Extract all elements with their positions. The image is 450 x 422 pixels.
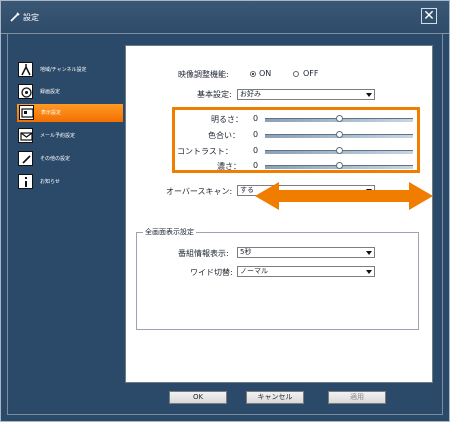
wrench-title-icon bbox=[10, 12, 20, 22]
video-adjust-label: 映像調整機能: bbox=[178, 70, 229, 79]
sidebar-item-label: 地域/チャンネル設定 bbox=[40, 67, 87, 73]
off-label: OFF bbox=[303, 69, 319, 78]
wide-switch-label: ワイド切替: bbox=[190, 268, 233, 277]
program-info-select[interactable]: 5秒 bbox=[237, 247, 375, 258]
sidebar-item-region-channel[interactable]: 地域/チャンネル設定 bbox=[18, 61, 122, 79]
on-radio[interactable] bbox=[250, 71, 256, 77]
sidebar-item-label: その他の設定 bbox=[40, 156, 71, 162]
chevron-down-icon bbox=[366, 251, 372, 255]
basic-setting-value: お好み bbox=[240, 90, 261, 98]
wide-switch-select[interactable]: ノーマル bbox=[237, 266, 375, 277]
brightness-value: 0 bbox=[253, 114, 259, 123]
off-radio[interactable] bbox=[293, 71, 299, 77]
double-arrow-annotation bbox=[255, 179, 433, 213]
saturation-slider-thumb[interactable] bbox=[335, 162, 343, 169]
saturation-label: 濃さ： bbox=[217, 162, 241, 171]
window-title: 設定 bbox=[23, 13, 39, 22]
brightness-label: 明るさ： bbox=[211, 115, 243, 124]
title-bar: 設定 ✕ bbox=[1, 1, 449, 34]
contrast-value: 0 bbox=[253, 146, 259, 155]
program-info-value: 5秒 bbox=[240, 248, 252, 256]
hue-slider-thumb[interactable] bbox=[335, 131, 343, 138]
apply-button[interactable]: 適用 bbox=[328, 391, 386, 404]
close-button[interactable]: ✕ bbox=[421, 8, 437, 24]
settings-window: 設定 ✕ 地域/チャンネル設定 録画設定 表示設定 メール予約設定 その他の設定 bbox=[0, 0, 450, 422]
antenna-icon bbox=[18, 62, 33, 77]
sidebar-item-other[interactable]: その他の設定 bbox=[18, 150, 122, 168]
contrast-slider-thumb[interactable] bbox=[335, 147, 343, 154]
hue-value: 0 bbox=[253, 130, 259, 139]
sidebar-item-label: メール予約設定 bbox=[40, 133, 76, 139]
program-info-label: 番組情報表示: bbox=[178, 249, 229, 258]
sidebar-item-mail[interactable]: メール予約設定 bbox=[18, 127, 122, 145]
info-icon bbox=[18, 174, 33, 189]
sidebar-item-label: お知らせ bbox=[40, 179, 60, 185]
overscan-value: する bbox=[240, 186, 254, 194]
sidebar-item-label: 録画設定 bbox=[40, 89, 61, 95]
cancel-button[interactable]: キャンセル bbox=[246, 391, 304, 404]
mail-icon bbox=[18, 128, 33, 143]
ok-button[interactable]: OK bbox=[169, 391, 227, 404]
sidebar-item-recording[interactable]: 録画設定 bbox=[18, 83, 122, 101]
saturation-value: 0 bbox=[253, 161, 259, 170]
chevron-down-icon bbox=[366, 270, 372, 274]
on-label: ON bbox=[259, 69, 272, 78]
sidebar-item-info[interactable]: お知らせ bbox=[18, 173, 122, 191]
fullscreen-group-title: 全画面表示設定 bbox=[143, 227, 196, 237]
chevron-down-icon bbox=[366, 93, 372, 97]
contrast-label: コントラスト： bbox=[177, 147, 233, 156]
sidebar-item-label: 表示設定 bbox=[41, 110, 62, 116]
overscan-label: オーバースキャン: bbox=[166, 187, 233, 196]
record-icon bbox=[18, 84, 33, 99]
brightness-slider-thumb[interactable] bbox=[335, 115, 343, 122]
wide-switch-value: ノーマル bbox=[240, 267, 268, 275]
wrench-icon bbox=[18, 151, 33, 166]
basic-setting-label: 基本設定: bbox=[197, 90, 232, 99]
basic-setting-select[interactable]: お好み bbox=[237, 89, 375, 100]
sidebar-item-display[interactable]: 表示設定 bbox=[17, 104, 123, 122]
display-icon bbox=[19, 105, 34, 120]
hue-label: 色合い： bbox=[208, 131, 240, 140]
